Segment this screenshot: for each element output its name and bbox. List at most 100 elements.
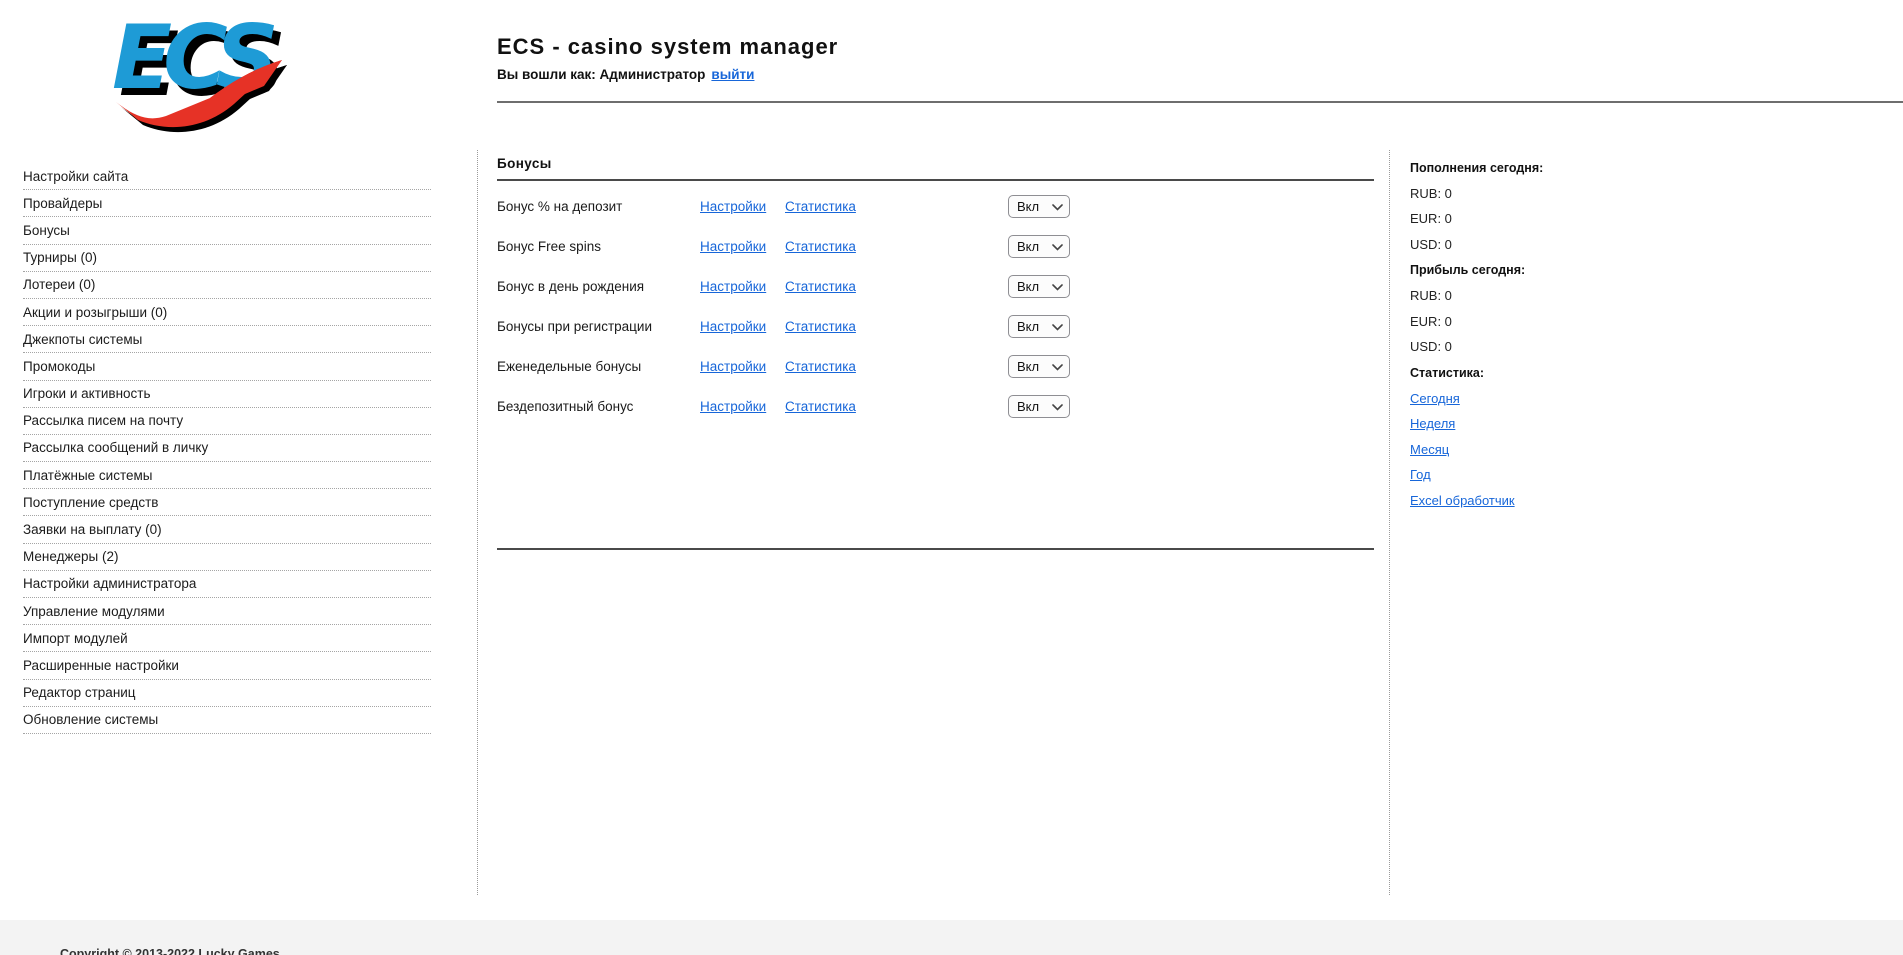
- main-content: Бонусы Бонус % на депозит Настройки Стат…: [478, 150, 1390, 895]
- login-status-text: Вы вошли как: Администратор: [497, 67, 705, 82]
- sidebar-item[interactable]: Джекпоты системы: [23, 326, 431, 353]
- sidebar-item[interactable]: Обновление системы: [23, 707, 431, 734]
- sidebar-item[interactable]: Заявки на выплату (0): [23, 516, 431, 543]
- bonus-label: Еженедельные бонусы: [497, 359, 700, 374]
- stats-month-link[interactable]: Месяц: [1410, 442, 1449, 457]
- bonus-label: Бездепозитный бонус: [497, 399, 700, 414]
- sidebar-item-label: Лотереи (0): [23, 277, 95, 292]
- stats-week-link[interactable]: Неделя: [1410, 416, 1455, 431]
- sidebar-item[interactable]: Акции и розыгрыши (0): [23, 299, 431, 326]
- bonus-statistics-link[interactable]: Статистика: [785, 319, 856, 334]
- sidebar-item[interactable]: Лотереи (0): [23, 272, 431, 299]
- sidebar-item-label: Управление модулями: [23, 604, 165, 619]
- sidebar-item-label: Поступление средств: [23, 495, 158, 510]
- bonus-toggle-select[interactable]: Вкл: [1008, 275, 1070, 298]
- sidebar-item-label: Обновление системы: [23, 712, 158, 727]
- bonus-label: Бонус % на депозит: [497, 199, 700, 214]
- bonus-label: Бонусы при регистрации: [497, 319, 700, 334]
- sidebar-item-label: Турниры (0): [23, 250, 97, 265]
- bonus-statistics-link[interactable]: Статистика: [785, 359, 856, 374]
- section-divider-top: [497, 179, 1374, 181]
- statistics-header: Статистика:: [1410, 360, 1903, 386]
- sidebar-item[interactable]: Расширенные настройки: [23, 652, 431, 679]
- logout-link[interactable]: выйти: [711, 67, 754, 82]
- sidebar-item-label: Редактор страниц: [23, 685, 136, 700]
- sidebar-item-label: Расширенные настройки: [23, 658, 179, 673]
- bonus-statistics-link[interactable]: Статистика: [785, 399, 856, 414]
- page-footer: Copyright © 2013-2022 Lucky Games: [0, 920, 1903, 955]
- page-header: ECS ECS - casino system manager Вы вошли…: [0, 0, 1903, 150]
- sidebar-item[interactable]: Настройки администратора: [23, 571, 431, 598]
- sidebar-menu: Настройки сайта Провайдеры Бонусы Турнир…: [23, 163, 431, 734]
- sidebar-item-label: Джекпоты системы: [23, 332, 142, 347]
- bonus-row: Бонус % на депозит Настройки Статистика …: [497, 186, 1389, 226]
- bonus-settings-link[interactable]: Настройки: [700, 279, 766, 294]
- bonus-settings-link[interactable]: Настройки: [700, 199, 766, 214]
- bonus-settings-link[interactable]: Настройки: [700, 359, 766, 374]
- bonus-toggle-select[interactable]: Вкл: [1008, 315, 1070, 338]
- deposits-today-header: Пополнения сегодня:: [1410, 155, 1903, 181]
- sidebar-item[interactable]: Игроки и активность: [23, 381, 431, 408]
- bonus-toggle-select[interactable]: Вкл: [1008, 195, 1070, 218]
- bonus-row: Бонус Free spins Настройки Статистика Вк…: [497, 226, 1389, 266]
- sidebar-item-label: Заявки на выплату (0): [23, 522, 162, 537]
- bonus-settings-link[interactable]: Настройки: [700, 239, 766, 254]
- sidebar-item[interactable]: Импорт модулей: [23, 625, 431, 652]
- login-status: Вы вошли как: Администратор выйти: [497, 67, 838, 82]
- bonus-toggle-select[interactable]: Вкл: [1008, 395, 1070, 418]
- profit-rub: RUB: 0: [1410, 283, 1903, 309]
- profit-usd: USD: 0: [1410, 334, 1903, 360]
- deposits-usd: USD: 0: [1410, 232, 1903, 258]
- stats-today-link[interactable]: Сегодня: [1410, 391, 1460, 406]
- sidebar-item-label: Менеджеры (2): [23, 549, 118, 564]
- sidebar-item[interactable]: Промокоды: [23, 353, 431, 380]
- profit-eur: EUR: 0: [1410, 309, 1903, 335]
- deposits-rub: RUB: 0: [1410, 181, 1903, 207]
- bonus-toggle: Вкл: [1008, 315, 1070, 338]
- bonus-toggle: Вкл: [1008, 355, 1070, 378]
- sidebar-item[interactable]: Управление модулями: [23, 598, 431, 625]
- sidebar-item-label: Игроки и активность: [23, 386, 151, 401]
- sidebar-item[interactable]: Редактор страниц: [23, 680, 431, 707]
- sidebar-item-label: Провайдеры: [23, 196, 102, 211]
- deposits-eur: EUR: 0: [1410, 206, 1903, 232]
- right-panel: Пополнения сегодня: RUB: 0 EUR: 0 USD: 0…: [1390, 150, 1903, 895]
- section-title: Бонусы: [497, 156, 1389, 171]
- sidebar-item[interactable]: Настройки сайта: [23, 163, 431, 190]
- bonus-settings-link[interactable]: Настройки: [700, 399, 766, 414]
- sidebar-item-label: Рассылка писем на почту: [23, 413, 183, 428]
- sidebar-item-label: Настройки администратора: [23, 576, 196, 591]
- sidebar-item[interactable]: Турниры (0): [23, 245, 431, 272]
- stats-year-link[interactable]: Год: [1410, 467, 1431, 482]
- stats-excel-link[interactable]: Excel обработчик: [1410, 493, 1515, 508]
- header-divider: [497, 101, 1903, 103]
- bonus-label: Бонус Free spins: [497, 239, 700, 254]
- bonus-settings-link[interactable]: Настройки: [700, 319, 766, 334]
- bonus-statistics-link[interactable]: Статистика: [785, 239, 856, 254]
- bonus-row: Бонус в день рождения Настройки Статисти…: [497, 266, 1389, 306]
- ecs-logo-swoosh-icon: [114, 58, 292, 130]
- bonus-statistics-link[interactable]: Статистика: [785, 279, 856, 294]
- sidebar-item[interactable]: Бонусы: [23, 217, 431, 244]
- bonus-toggle: Вкл: [1008, 275, 1070, 298]
- sidebar-item[interactable]: Менеджеры (2): [23, 544, 431, 571]
- bonus-statistics-link[interactable]: Статистика: [785, 199, 856, 214]
- left-sidebar: Настройки сайта Провайдеры Бонусы Турнир…: [0, 150, 478, 895]
- sidebar-item[interactable]: Платёжные системы: [23, 462, 431, 489]
- sidebar-item[interactable]: Рассылка писем на почту: [23, 408, 431, 435]
- section-divider-bottom: [497, 548, 1374, 550]
- bonus-toggle-select[interactable]: Вкл: [1008, 355, 1070, 378]
- page-title: ECS - casino system manager: [497, 34, 838, 60]
- sidebar-item[interactable]: Рассылка сообщений в личку: [23, 435, 431, 462]
- sidebar-item[interactable]: Провайдеры: [23, 190, 431, 217]
- sidebar-item-label: Рассылка сообщений в личку: [23, 440, 208, 455]
- bonus-toggle: Вкл: [1008, 235, 1070, 258]
- bonus-row: Бонусы при регистрации Настройки Статист…: [497, 306, 1389, 346]
- sidebar-item[interactable]: Поступление средств: [23, 489, 431, 516]
- bonus-toggle: Вкл: [1008, 195, 1070, 218]
- bonus-toggle-select[interactable]: Вкл: [1008, 235, 1070, 258]
- bonus-toggle: Вкл: [1008, 395, 1070, 418]
- sidebar-item-label: Платёжные системы: [23, 468, 153, 483]
- ecs-logo: ECS: [112, 10, 292, 128]
- sidebar-item-label: Бонусы: [23, 223, 70, 238]
